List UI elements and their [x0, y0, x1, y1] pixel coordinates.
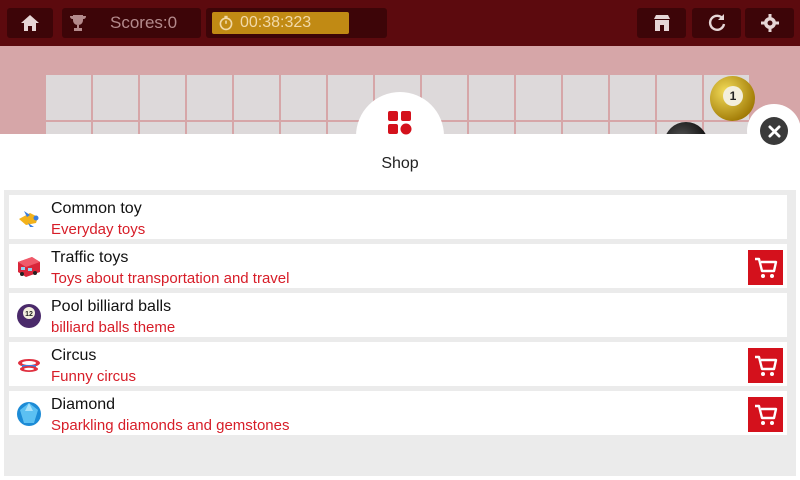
buy-button[interactable] — [748, 348, 783, 383]
score-label: Scores:0 — [110, 13, 178, 32]
shop-item-diamond[interactable]: Diamond Sparkling diamonds and gemstones — [9, 391, 787, 435]
settings-button[interactable] — [745, 8, 794, 38]
grid-cell — [281, 75, 326, 120]
item-description: Funny circus — [51, 368, 137, 385]
grid-cell — [469, 75, 514, 120]
top-bar: Scores:0 00:38:323 — [0, 0, 800, 46]
item-name: Pool billiard balls — [51, 298, 172, 315]
cart-icon — [754, 404, 777, 425]
shop-icon — [653, 15, 670, 31]
grid-cell — [704, 122, 749, 134]
shop-list: Common toy Everyday toys Traffic toys To… — [4, 190, 796, 476]
refresh-button[interactable] — [692, 8, 741, 38]
billiard-ball-1: 1 — [710, 76, 755, 121]
score-box: Scores:0 — [62, 8, 201, 38]
home-button[interactable] — [7, 8, 53, 38]
item-description: billiard balls theme — [51, 319, 176, 336]
shop-title: Shop — [381, 155, 419, 172]
cart-icon — [754, 355, 777, 376]
shop-item-circus[interactable]: Circus Funny circus — [9, 342, 787, 386]
shop-grid-icon — [388, 111, 412, 135]
grid-cell — [516, 75, 561, 120]
gear-icon — [760, 14, 779, 32]
grid-cell — [516, 122, 561, 134]
close-icon — [767, 124, 781, 138]
stopwatch-icon — [219, 15, 233, 31]
refresh-icon — [708, 14, 725, 31]
item-name: Circus — [51, 347, 97, 364]
circus-icon — [18, 359, 40, 372]
item-description: Toys about transportation and travel — [51, 270, 290, 287]
billiard-ball-icon: 12 — [17, 304, 41, 328]
grid-cell — [657, 75, 702, 120]
grid-cell — [140, 122, 185, 134]
grid-cell — [46, 122, 91, 134]
close-button-wrapper — [747, 104, 800, 158]
grid-cell — [563, 75, 608, 120]
close-button[interactable] — [760, 117, 788, 145]
diamond-icon — [17, 402, 41, 426]
home-icon — [21, 15, 39, 31]
cart-icon — [754, 257, 777, 278]
shop-item-pool-billiard-balls[interactable]: 12 Pool billiard balls billiard balls th… — [9, 293, 787, 337]
bus-toy-icon — [18, 257, 40, 277]
grid-cell — [563, 122, 608, 134]
grid-cell — [610, 75, 655, 120]
grid-cell — [469, 122, 514, 134]
grid-cell — [187, 75, 232, 120]
buy-button[interactable] — [748, 397, 783, 432]
grid-cell — [187, 122, 232, 134]
trophy-icon — [70, 15, 86, 31]
grid-cell — [93, 75, 138, 120]
shop-button[interactable] — [637, 8, 686, 38]
grid-cell — [46, 75, 91, 120]
grid-cell — [93, 122, 138, 134]
airplane-toy-icon — [19, 211, 39, 227]
shop-item-traffic-toys[interactable]: Traffic toys Toys about transportation a… — [9, 244, 787, 288]
ball-number: 1 — [723, 86, 743, 106]
grid-cell — [234, 122, 279, 134]
svg-text:12: 12 — [25, 311, 33, 318]
grid-cell — [140, 75, 185, 120]
item-name: Diamond — [51, 396, 116, 413]
item-name: Traffic toys — [51, 249, 129, 266]
shop-item-common-toy[interactable]: Common toy Everyday toys — [9, 195, 787, 239]
item-description: Sparkling diamonds and gemstones — [51, 417, 290, 434]
item-name: Common toy — [51, 200, 142, 217]
grid-cell — [281, 122, 326, 134]
grid-cell — [610, 122, 655, 134]
timer-display: 00:38:323 — [240, 14, 312, 31]
timer-box: 00:38:323 — [206, 8, 387, 38]
grid-cell — [234, 75, 279, 120]
item-description: Everyday toys — [51, 221, 146, 238]
buy-button[interactable] — [748, 250, 783, 285]
